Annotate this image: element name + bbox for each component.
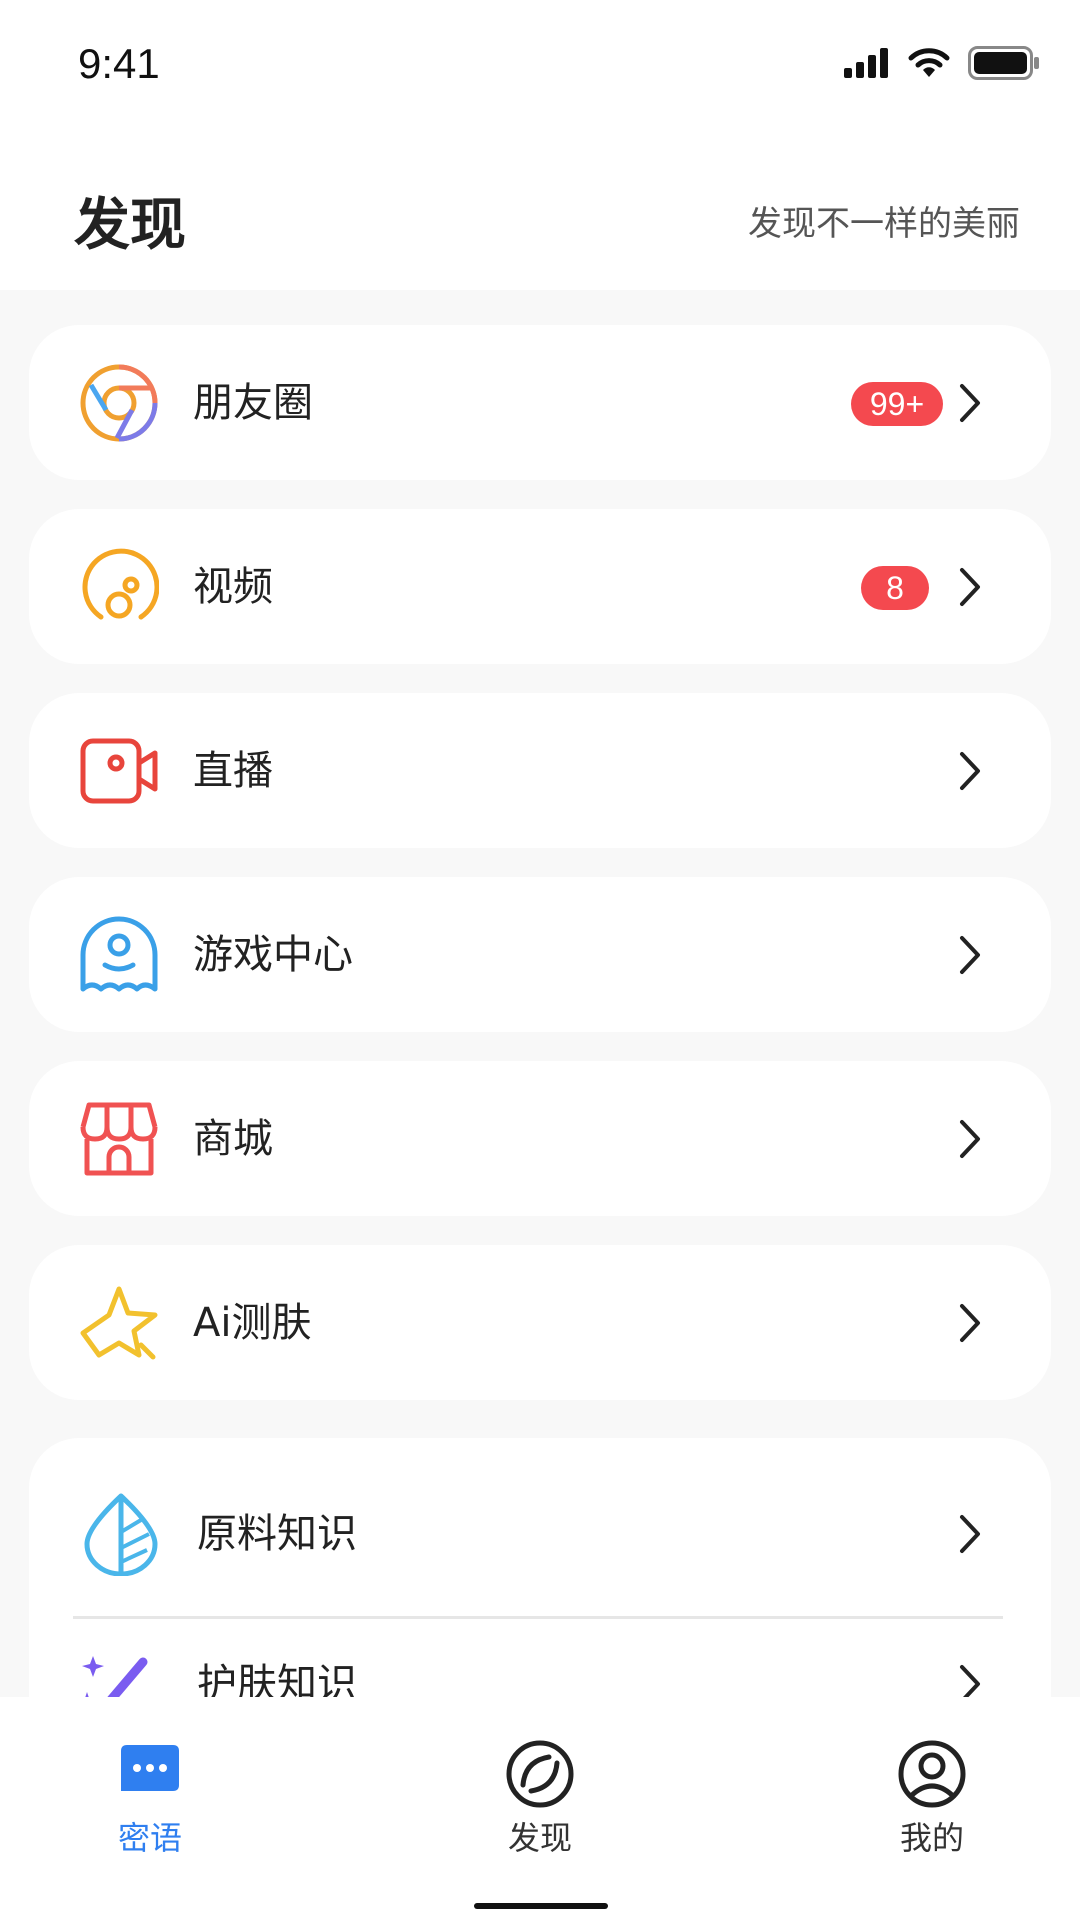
user-profile-icon — [898, 1740, 966, 1808]
shop-store-icon — [80, 1102, 158, 1176]
live-camera-icon — [80, 738, 158, 804]
page-header: 发现 发现不一样的美丽 — [0, 130, 1080, 290]
menu-item-label: 直播 — [193, 748, 273, 794]
page-title: 发现 — [74, 193, 186, 258]
chat-bubble-icon — [121, 1745, 179, 1791]
menu-item-live[interactable]: 直播 — [29, 693, 1051, 848]
tab-label: 密语 — [117, 1819, 182, 1857]
tab-messages[interactable]: 密语 — [50, 1739, 250, 1859]
tab-profile[interactable]: 我的 — [832, 1739, 1032, 1859]
discover-circle-icon — [506, 1740, 574, 1808]
chevron-right-icon — [960, 1120, 980, 1158]
game-ghost-icon — [80, 916, 158, 992]
tab-discover[interactable]: 发现 — [440, 1739, 640, 1859]
bottom-tab-bar: 密语 发现 我的 — [0, 1697, 1080, 1920]
chevron-right-icon — [960, 384, 980, 422]
notification-badge: 99+ — [851, 382, 943, 426]
menu-item-ai-skin-test[interactable]: Ai测肤 — [29, 1245, 1051, 1400]
menu-item-mall[interactable]: 商城 — [29, 1061, 1051, 1216]
notification-badge: 8 — [861, 566, 929, 610]
star-magic-icon — [80, 1286, 158, 1360]
home-indicator[interactable] — [474, 1903, 608, 1909]
menu-item-label: 视频 — [193, 564, 273, 610]
moments-chrome-icon — [80, 364, 158, 442]
battery-icon — [968, 46, 1039, 80]
menu-item-label: 商城 — [193, 1116, 273, 1162]
wifi-icon — [908, 48, 950, 77]
tab-label: 发现 — [507, 1819, 572, 1857]
status-icons — [844, 46, 1040, 80]
chevron-right-icon — [960, 752, 980, 790]
chevron-right-icon — [960, 568, 980, 606]
chevron-right-icon — [960, 1304, 980, 1342]
video-icon — [82, 548, 159, 620]
menu-item-label: 朋友圈 — [193, 380, 313, 426]
status-bar: 9:41 — [0, 0, 1080, 130]
menu-item-games[interactable]: 游戏中心 — [29, 877, 1051, 1032]
cellular-signal-icon — [844, 48, 888, 78]
menu-item-video[interactable]: 视频 8 — [29, 509, 1051, 664]
menu-item-label: 原料知识 — [197, 1511, 357, 1557]
page-subtitle: 发现不一样的美丽 — [748, 204, 1020, 244]
status-time: 9:41 — [78, 40, 160, 87]
menu-item-moments[interactable]: 朋友圈 99+ — [29, 325, 1051, 480]
menu-item-label: Ai测肤 — [193, 1300, 312, 1346]
leaf-drop-icon — [84, 1493, 158, 1576]
chevron-right-icon — [960, 1515, 980, 1553]
chevron-right-icon — [960, 936, 980, 974]
tab-label: 我的 — [899, 1819, 964, 1857]
menu-item-label: 游戏中心 — [193, 932, 353, 978]
